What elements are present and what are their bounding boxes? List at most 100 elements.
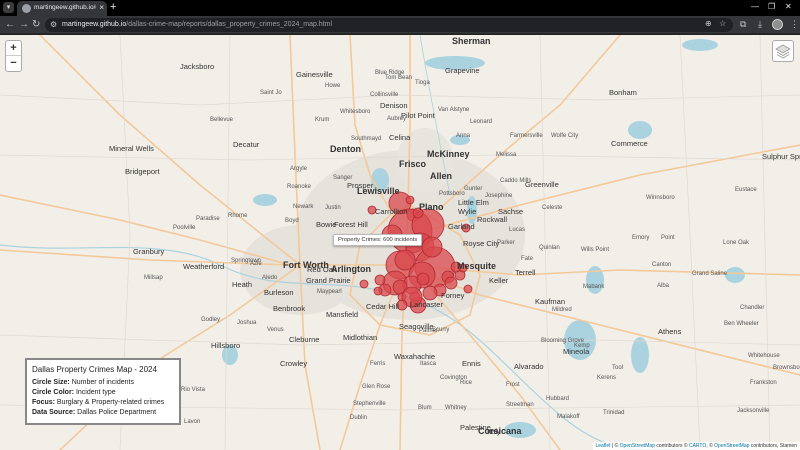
place-label: Millsap: [144, 275, 163, 281]
zoom-control: + −: [5, 40, 22, 72]
window-close-icon[interactable]: ✕: [785, 2, 792, 11]
place-label: Cedar Hill: [366, 302, 399, 311]
place-label: Whitney: [445, 405, 467, 411]
place-label: Aledo: [262, 275, 278, 281]
place-label: Greenville: [525, 180, 559, 189]
place-label: Point: [661, 235, 675, 241]
download-icon[interactable]: ⤓: [758, 19, 762, 30]
place-label: Bonham: [609, 88, 637, 97]
new-tab-icon[interactable]: +: [110, 1, 116, 14]
legend-value: Dallas Police Department: [77, 409, 157, 416]
place-label: Jacksboro: [180, 62, 215, 71]
place-label: Mineola: [563, 347, 590, 356]
place-label: Lone Oak: [723, 240, 750, 246]
place-label: Rhome: [228, 213, 248, 219]
place-label: Grand Saline: [692, 271, 728, 277]
city-label: Corsicana: [478, 426, 522, 436]
crime-circle-marker[interactable]: [421, 236, 443, 258]
forward-icon[interactable]: →: [19, 18, 29, 31]
zoom-in-button[interactable]: +: [6, 41, 21, 56]
place-label: Glen Rose: [362, 384, 391, 390]
place-label: Bridgeport: [125, 167, 160, 176]
place-label: Kaufman: [535, 297, 566, 306]
place-label: Lavon: [184, 419, 201, 425]
minimize-icon[interactable]: —: [751, 2, 759, 11]
place-label: Benbrook: [273, 304, 306, 313]
place-label: Josephine: [485, 193, 513, 199]
profile-avatar[interactable]: [772, 19, 783, 30]
back-icon[interactable]: ←: [5, 18, 15, 31]
place-label: Hubbard: [546, 396, 570, 402]
crime-circle-marker[interactable]: [394, 249, 416, 271]
place-label: Jacksonville: [737, 408, 770, 414]
place-label: Trinidad: [603, 410, 625, 416]
crime-circle-marker[interactable]: [422, 285, 438, 301]
crime-circle-marker[interactable]: [444, 276, 458, 290]
place-label: Stephenville: [353, 401, 386, 407]
place-label: Southmayd: [351, 136, 382, 142]
site-info-icon[interactable]: ⚙: [50, 20, 57, 29]
place-label: Wolfe City: [551, 133, 579, 139]
crime-circle-marker[interactable]: [373, 286, 383, 296]
carto-link[interactable]: CARTO: [689, 443, 706, 449]
zoom-icon[interactable]: ⊕: [705, 19, 712, 28]
favicon-icon: [22, 4, 31, 13]
map-attribution: Leaflet | © OpenStreetMap contributors ©…: [592, 442, 800, 450]
maximize-icon[interactable]: ❐: [768, 2, 775, 11]
place-label: Anna: [456, 133, 471, 139]
address-bar[interactable]: ⚙ martingeew.github.io/dallas-crime-map/…: [45, 18, 733, 32]
tab-close-icon[interactable]: ×: [99, 3, 104, 12]
place-label: Tom Bean: [385, 75, 413, 81]
attribution-text: | ©: [610, 443, 620, 449]
place-label: Brownsboro: [773, 365, 800, 371]
tab-strip: ▾ martingeew.github.io/dallas-cr × + — ❐…: [0, 0, 800, 16]
attribution-text: , ©: [706, 443, 715, 449]
place-label: Fate: [521, 256, 534, 262]
active-tab[interactable]: martingeew.github.io/dallas-cr ×: [17, 1, 107, 16]
tab-title: martingeew.github.io/dallas-cr: [34, 4, 96, 11]
crime-circle-marker[interactable]: [416, 272, 430, 286]
map-tooltip: Property Crimes: 600 incidents: [333, 234, 423, 246]
place-label: Maypearl: [317, 289, 342, 295]
tab-search-icon[interactable]: ▾: [3, 2, 14, 13]
city-label: Arlington: [331, 264, 371, 274]
zoom-out-button[interactable]: −: [6, 56, 21, 71]
place-label: Godley: [201, 317, 221, 323]
osm-link[interactable]: OpenStreetMap: [714, 443, 749, 449]
crime-circle-marker[interactable]: [405, 195, 415, 205]
legend-value: Burglary & Property-related crimes: [56, 399, 165, 406]
map-container[interactable]: Bellevue Saint Jo Whitesboro Van Alstyne Ann…: [0, 35, 800, 450]
attribution-text: contributors ©: [654, 443, 689, 449]
place-label: Forest Hill: [334, 220, 368, 229]
osm-link[interactable]: OpenStreetMap: [620, 443, 655, 449]
legend-key: Circle Size:: [32, 379, 70, 386]
legend-row: Circle Size: Number of incidents: [32, 378, 174, 388]
place-label: Ennis: [462, 359, 481, 368]
bookmark-star-icon[interactable]: ☆: [719, 19, 726, 28]
crime-circle-marker[interactable]: [359, 279, 369, 289]
place-label: Rice: [460, 380, 473, 386]
place-label: Hillsboro: [211, 341, 241, 350]
legend-value: Incident type: [75, 389, 116, 396]
place-label: Krum: [315, 117, 330, 123]
leaflet-link[interactable]: Leaflet: [596, 443, 611, 449]
layers-control[interactable]: [772, 40, 794, 62]
place-label: Blum: [418, 405, 432, 411]
map-legend: Dallas Property Crimes Map - 2024 Circle…: [25, 358, 181, 425]
place-label: Lancaster: [410, 300, 443, 309]
place-label: Denison: [380, 101, 408, 110]
url-text[interactable]: martingeew.github.io/dallas-crime-map/re…: [62, 20, 332, 30]
place-label: Whitesboro: [340, 109, 371, 115]
crime-circle-marker[interactable]: [463, 284, 473, 294]
place-label: Roanoke: [287, 184, 312, 190]
menu-icon[interactable]: ⋮: [790, 19, 799, 30]
legend-key: Data Source:: [32, 409, 76, 416]
place-label: Ben Wheeler: [724, 321, 759, 327]
place-label: Celina: [389, 133, 411, 142]
crime-circle-marker[interactable]: [374, 274, 386, 286]
extensions-icon[interactable]: ⧉: [740, 19, 746, 30]
place-label: Mildred: [552, 307, 572, 313]
reload-icon[interactable]: ↻: [32, 18, 40, 31]
place-label: Howe: [325, 83, 341, 89]
place-label: Tool: [612, 365, 624, 371]
